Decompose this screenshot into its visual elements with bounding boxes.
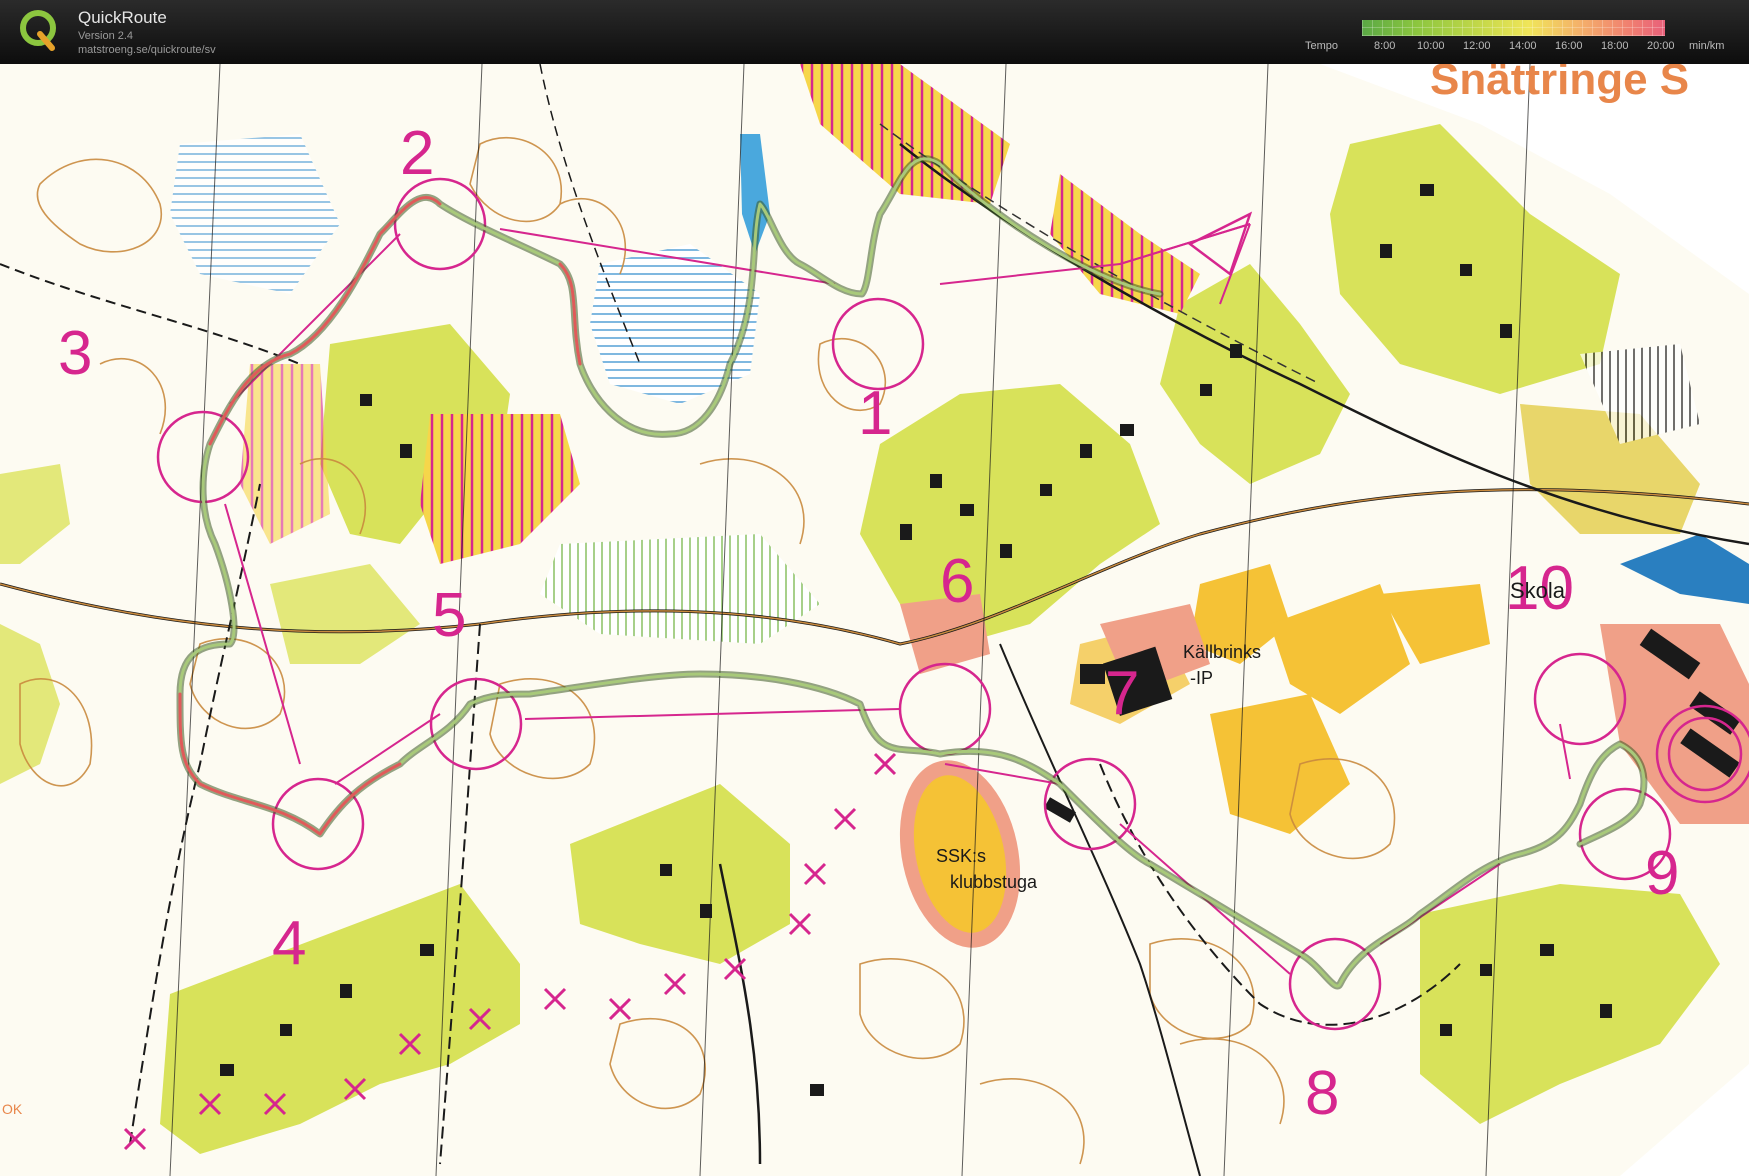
- corner-ok-label: OK: [2, 1101, 23, 1117]
- sports-ground-label-2: -IP: [1190, 668, 1213, 688]
- school-label: Skola: [1510, 578, 1566, 603]
- tempo-label: Tempo: [1305, 40, 1339, 52]
- control-number-7: 7: [1105, 659, 1139, 728]
- app-version: Version 2.4: [78, 30, 134, 42]
- app-name: QuickRoute: [78, 8, 167, 27]
- map-title: Snättringe S: [1430, 64, 1689, 104]
- tempo-color-scale: [1362, 20, 1665, 36]
- clubhouse-label-2: klubbstuga: [950, 872, 1038, 892]
- control-number-2: 2: [400, 119, 434, 188]
- tempo-tick: 14:00: [1509, 40, 1537, 52]
- tempo-unit: min/km: [1689, 40, 1725, 52]
- app-url[interactable]: matstroeng.se/quickroute/sv: [78, 44, 216, 56]
- quickroute-logo-icon: [20, 10, 56, 51]
- control-number-3: 3: [58, 319, 92, 388]
- tempo-tick: 16:00: [1555, 40, 1583, 52]
- control-number-8: 8: [1305, 1059, 1339, 1128]
- control-number-1: 1: [858, 379, 892, 448]
- orienteering-map[interactable]: 1 2 3 4 5 6 7 8 9 10 Snättringe S SSK:s …: [0, 64, 1749, 1176]
- map-canvas[interactable]: 1 2 3 4 5 6 7 8 9 10 Snättringe S SSK:s …: [0, 64, 1749, 1176]
- clubhouse-label-1: SSK:s: [936, 846, 986, 866]
- control-number-6: 6: [940, 547, 974, 616]
- tempo-tick: 12:00: [1463, 40, 1491, 52]
- tempo-tick: 8:00: [1374, 40, 1396, 52]
- control-number-9: 9: [1645, 839, 1679, 908]
- tempo-tick: 10:00: [1417, 40, 1445, 52]
- tempo-tick: 18:00: [1601, 40, 1629, 52]
- sports-ground-label-1: Källbrinks: [1183, 642, 1261, 662]
- title-bar: QuickRoute Version 2.4 matstroeng.se/qui…: [0, 0, 1749, 64]
- control-number-4: 4: [272, 909, 306, 978]
- tempo-tick: 20:00: [1647, 40, 1675, 52]
- control-number-5: 5: [432, 581, 466, 650]
